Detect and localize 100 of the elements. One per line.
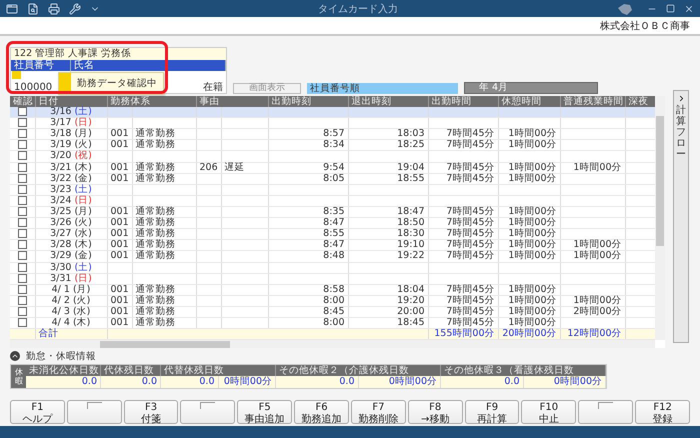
function-key-button[interactable]: F9 再計算	[464, 400, 520, 424]
table-row[interactable]: 3/30 (土)	[10, 262, 655, 274]
date-cell: 3/24 (日)	[35, 195, 107, 206]
employee-code: 100000	[13, 82, 54, 93]
table-cell: 遅延	[221, 162, 268, 174]
table-cell	[221, 262, 268, 274]
checkbox[interactable]	[18, 151, 27, 160]
table-cell	[107, 262, 132, 274]
function-key-button[interactable]: F3 付箋	[124, 400, 178, 424]
table-row[interactable]: 3/26 (火) 001 通常勤務 8:47 18:50 7時間45分 1時間00分	[10, 218, 655, 229]
column-header[interactable]: 日付	[35, 96, 107, 107]
table-cell	[498, 150, 560, 162]
checkbox[interactable]	[18, 318, 27, 328]
table-row[interactable]: 4/ 2 (火) 001 通常勤務 8:00 19:20 7時間45分 1時間00分 1時間00分	[10, 295, 655, 306]
table-cell	[560, 273, 625, 284]
table-row[interactable]: 3/23 (土)	[10, 184, 655, 196]
table-cell	[221, 295, 268, 306]
table-row[interactable]: 3/31 (日)	[10, 273, 655, 284]
date-cell: 3/29 (金)	[35, 250, 107, 262]
table-cell: 8:05	[268, 173, 348, 184]
table-cell	[428, 195, 498, 206]
collapse-toggle-icon[interactable]	[10, 351, 20, 362]
leave-side-label: 休暇	[11, 365, 26, 388]
table-row[interactable]: 3/24 (日)	[10, 195, 655, 206]
column-header[interactable]: 退出時刻	[348, 96, 428, 107]
checkbox[interactable]	[18, 118, 27, 128]
table-row[interactable]: 3/19 (火) 001 通常勤務 8:34 18:25 7時間45分 1時間00分	[10, 140, 655, 151]
column-header: 未消化公休日数	[26, 365, 101, 376]
column-header[interactable]: 出勤時刻	[268, 96, 348, 107]
function-key-button[interactable]: F12 登録	[635, 400, 690, 424]
date-cell: 3/21 (木)	[35, 162, 107, 174]
table-cell: 通常勤務	[132, 250, 196, 262]
table-cell: 通常勤務	[132, 173, 196, 184]
table-row[interactable]: 3/29 (金) 001 通常勤務 8:48 19:22 7時間45分 1時間00分 1時間00分	[10, 250, 655, 262]
function-key-button[interactable]: F6 勤務追加	[294, 400, 349, 424]
column-header[interactable]: 普通残業時間	[560, 96, 625, 107]
table-row[interactable]: 3/22 (金) 001 通常勤務 8:05 18:55 7時間45分 1時間00分	[10, 173, 655, 184]
column-header[interactable]: 休憩時間	[498, 96, 560, 107]
table-cell: 1時間00分	[498, 173, 560, 184]
table-cell: 7時間45分	[428, 284, 498, 296]
table-row[interactable]: 3/20 (祝)	[10, 150, 655, 162]
printer-icon[interactable]	[48, 2, 60, 14]
checkbox[interactable]	[18, 229, 27, 238]
column-header[interactable]: 出勤時間	[428, 96, 498, 107]
table-cell: 1時間00分	[498, 295, 560, 306]
function-key-button[interactable]: F10 中止	[521, 400, 576, 424]
table-row[interactable]: 3/21 (木) 001 通常勤務 206 遅延 9:54 19:04 7時間45分 1時間00分 1時間00分	[10, 162, 655, 174]
column-header[interactable]: 確認	[10, 96, 35, 107]
table-row[interactable]: 3/17 (日)	[10, 118, 655, 129]
wrench-icon[interactable]	[69, 2, 81, 14]
checkbox[interactable]	[18, 251, 27, 260]
checkbox[interactable]	[18, 218, 27, 228]
table-cell	[196, 173, 221, 184]
table-cell	[560, 262, 625, 274]
function-key-button[interactable]: F5 事由追加	[237, 400, 292, 424]
checkbox[interactable]	[18, 129, 27, 138]
checkbox[interactable]	[18, 140, 27, 150]
close-icon[interactable]	[684, 4, 694, 14]
table-row[interactable]: 3/16 (土)	[10, 107, 655, 118]
function-key-button[interactable]: F7 勤務削除	[350, 400, 406, 424]
table-cell	[132, 184, 196, 196]
table-cell	[196, 273, 221, 284]
table-row[interactable]: 4/ 3 (水) 001 通常勤務 8:45 20:00 7時間45分 1時間00分 2時間00分	[10, 306, 655, 318]
table-row[interactable]: 3/25 (月) 001 通常勤務 8:35 18:47 7時間45分 1時間00分	[10, 206, 655, 218]
horizontal-scrollbar[interactable]	[10, 340, 655, 348]
total-cell: 20時間00分	[498, 328, 560, 340]
table-cell	[498, 262, 560, 274]
date-cell: 3/22 (金)	[35, 173, 107, 184]
checkbox[interactable]	[18, 107, 27, 116]
window-icon[interactable]	[6, 2, 18, 14]
total-cell: 12時間00分	[560, 328, 625, 340]
function-key-button[interactable]: F1 ヘルプ	[10, 400, 65, 424]
date-cell: 3/30 (土)	[35, 262, 107, 274]
vertical-scrollbar[interactable]	[655, 96, 665, 340]
table-row[interactable]: 3/18 (月) 001 通常勤務 8:57 18:03 7時間45分 1時間00分	[10, 128, 655, 140]
table-cell: 1時間00分	[498, 162, 560, 174]
table-cell: 001	[107, 162, 132, 174]
checkbox[interactable]	[18, 240, 27, 250]
column-header[interactable]: 深夜	[625, 96, 655, 107]
column-header[interactable]: 勤務体系	[107, 96, 196, 107]
table-cell: 1時間00分	[498, 250, 560, 262]
function-key-button[interactable]: F8 →移動	[408, 400, 463, 424]
maximize-icon[interactable]	[666, 4, 675, 13]
window-title: タイムカード入力	[317, 2, 399, 16]
table-cell: 7時間45分	[428, 173, 498, 184]
column-header[interactable]: 事由	[196, 96, 268, 107]
search-document-icon[interactable]	[27, 2, 39, 14]
table-row[interactable]: 3/27 (水) 001 通常勤務 8:55 18:30 7時間45分 1時間00分	[10, 228, 655, 240]
total-cell: 155時間00分	[428, 328, 498, 340]
table-cell: 1時間00分	[560, 295, 625, 306]
table-cell	[221, 284, 268, 296]
table-cell: 通常勤務	[132, 295, 196, 306]
table-row[interactable]: 3/28 (木) 001 通常勤務 8:47 19:10 7時間45分 1時間00分 1時間00分	[10, 240, 655, 251]
table-row[interactable]: 4/ 4 (木) 001 通常勤務 8:00 18:45 7時間45分 1時間00分	[10, 318, 655, 329]
table-row[interactable]: 4/ 1 (月) 001 通常勤務 8:58 18:04 7時間45分 1時間00分	[10, 284, 655, 296]
side-panel-tab[interactable]: 計算フロー	[673, 90, 689, 343]
table-cell	[196, 250, 221, 262]
table-cell: 1時間00分	[498, 284, 560, 296]
sort-order-field[interactable]: 社員番号順	[307, 83, 458, 94]
column-header: 代替休残日数	[161, 365, 276, 376]
